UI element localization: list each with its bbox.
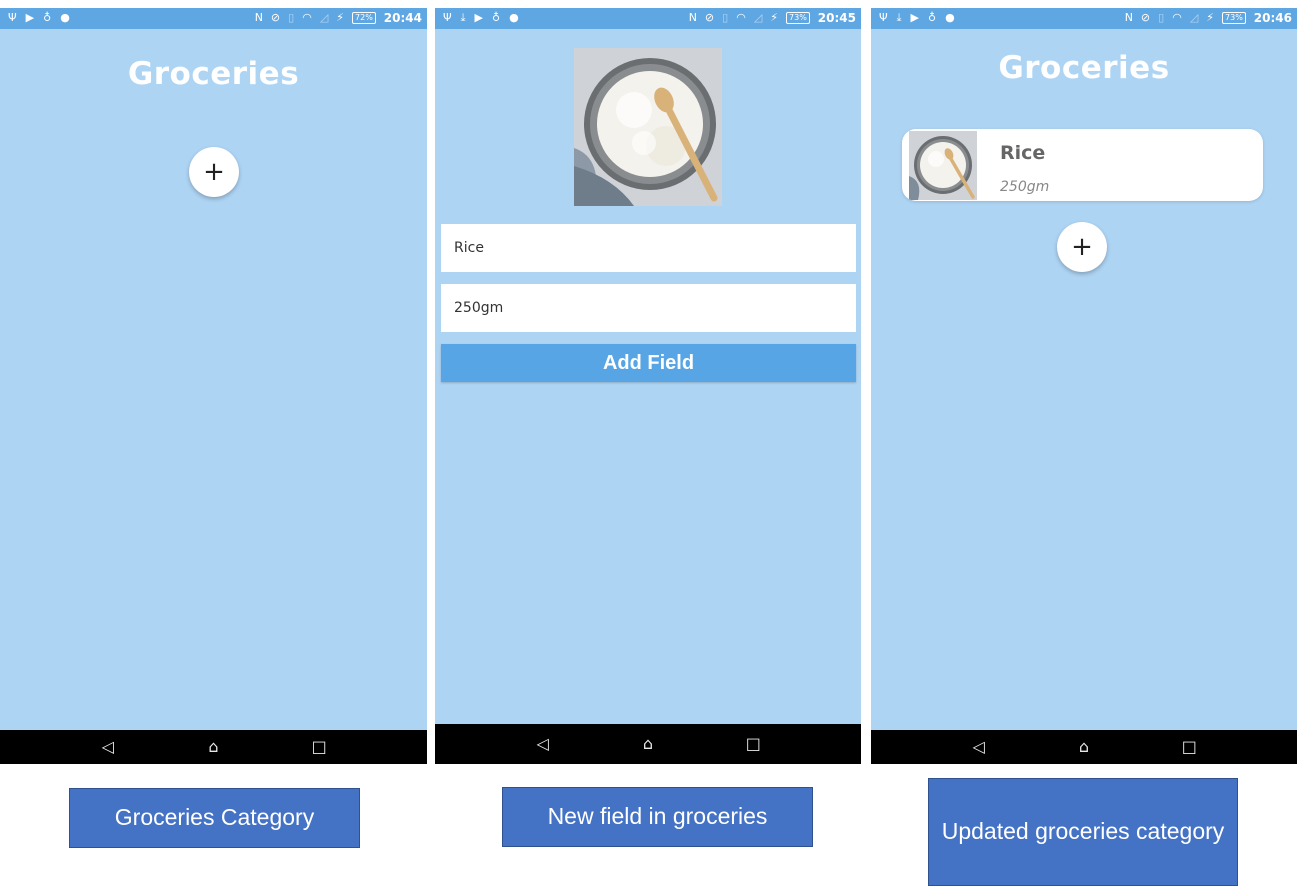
caption-new-field: New field in groceries <box>502 787 813 847</box>
wifi-icon: ◠ <box>1172 11 1182 24</box>
add-item-button[interactable]: + <box>1057 222 1107 272</box>
back-icon[interactable]: ◁ <box>959 739 999 755</box>
bulb-icon: ♁ <box>492 11 501 24</box>
clock: 20:45 <box>817 11 856 25</box>
play-store-icon: ▶ <box>910 11 920 24</box>
back-icon[interactable]: ◁ <box>88 739 128 755</box>
download-icon: ⤓ <box>896 11 902 24</box>
location-icon: ● <box>945 11 955 24</box>
charging-icon: ⚡ <box>770 11 779 24</box>
add-item-button[interactable]: + <box>189 147 239 197</box>
recents-icon[interactable]: □ <box>299 739 339 755</box>
screen-updated-groceries: Ψ ⤓ ▶ ♁ ● N ⊘ ▯ ◠ ◿ ⚡ 73% 20:46 Grocerie… <box>871 8 1297 764</box>
page-title: Groceries <box>998 50 1170 86</box>
navigation-bar: ◁ ⌂ □ <box>435 724 861 764</box>
do-not-disturb-icon: ⊘ <box>704 11 715 24</box>
sim-icon: ▯ <box>1158 11 1165 24</box>
rice-bowl-thumbnail <box>909 131 977 200</box>
charging-icon: ⚡ <box>1206 11 1215 24</box>
caption-groceries-category: Groceries Category <box>69 788 360 848</box>
nfc-icon: N <box>1124 11 1133 24</box>
home-icon[interactable]: ⌂ <box>628 736 668 752</box>
screen-groceries-category: Ψ ▶ ♁ ● N ⊘ ▯ ◠ ◿ ⚡ 72% 20:44 Groceries … <box>0 8 427 764</box>
usb-icon: Ψ <box>443 11 452 24</box>
item-quantity-input[interactable] <box>441 284 856 332</box>
recents-icon[interactable]: □ <box>733 736 773 752</box>
location-icon: ● <box>509 11 519 24</box>
status-bar: Ψ ▶ ♁ ● N ⊘ ▯ ◠ ◿ ⚡ 72% 20:44 <box>0 8 427 29</box>
home-icon[interactable]: ⌂ <box>1064 739 1104 755</box>
add-field-button[interactable]: Add Field <box>441 344 856 382</box>
clock: 20:44 <box>383 11 422 25</box>
charging-icon: ⚡ <box>336 11 345 24</box>
recents-icon[interactable]: □ <box>1169 739 1209 755</box>
battery-indicator: 73% <box>1222 12 1246 24</box>
sim-icon: ▯ <box>288 11 295 24</box>
bulb-icon: ♁ <box>43 11 52 24</box>
bulb-icon: ♁ <box>928 11 937 24</box>
nfc-icon: N <box>688 11 697 24</box>
navigation-bar: ◁ ⌂ □ <box>0 730 427 764</box>
battery-indicator: 73% <box>786 12 810 24</box>
status-bar: Ψ ⤓ ▶ ♁ ● N ⊘ ▯ ◠ ◿ ⚡ 73% 20:46 <box>871 8 1297 29</box>
item-quantity: 250gm <box>1000 179 1050 195</box>
home-icon[interactable]: ⌂ <box>193 739 233 755</box>
do-not-disturb-icon: ⊘ <box>1140 11 1151 24</box>
screen-new-field: Ψ ⤓ ▶ ♁ ● N ⊘ ▯ ◠ ◿ ⚡ 73% 20:45 Add Fie <box>435 8 861 764</box>
play-store-icon: ▶ <box>25 11 35 24</box>
usb-icon: Ψ <box>879 11 888 24</box>
play-store-icon: ▶ <box>474 11 484 24</box>
signal-icon: ◿ <box>753 11 763 24</box>
item-name-input[interactable] <box>441 224 856 272</box>
list-item[interactable]: Rice 250gm <box>902 129 1263 201</box>
wifi-icon: ◠ <box>302 11 312 24</box>
clock: 20:46 <box>1253 11 1292 25</box>
page-title: Groceries <box>127 56 300 92</box>
do-not-disturb-icon: ⊘ <box>270 11 281 24</box>
location-icon: ● <box>60 11 70 24</box>
download-icon: ⤓ <box>460 11 466 24</box>
rice-bowl-image[interactable] <box>574 48 722 206</box>
usb-icon: Ψ <box>8 11 17 24</box>
back-icon[interactable]: ◁ <box>523 736 563 752</box>
wifi-icon: ◠ <box>736 11 746 24</box>
navigation-bar: ◁ ⌂ □ <box>871 730 1297 764</box>
signal-icon: ◿ <box>319 11 329 24</box>
signal-icon: ◿ <box>1189 11 1199 24</box>
caption-updated-groceries: Updated groceries category <box>928 778 1238 886</box>
status-bar: Ψ ⤓ ▶ ♁ ● N ⊘ ▯ ◠ ◿ ⚡ 73% 20:45 <box>435 8 861 29</box>
item-name: Rice <box>1000 142 1046 164</box>
nfc-icon: N <box>254 11 263 24</box>
battery-indicator: 72% <box>352 12 376 24</box>
sim-icon: ▯ <box>722 11 729 24</box>
